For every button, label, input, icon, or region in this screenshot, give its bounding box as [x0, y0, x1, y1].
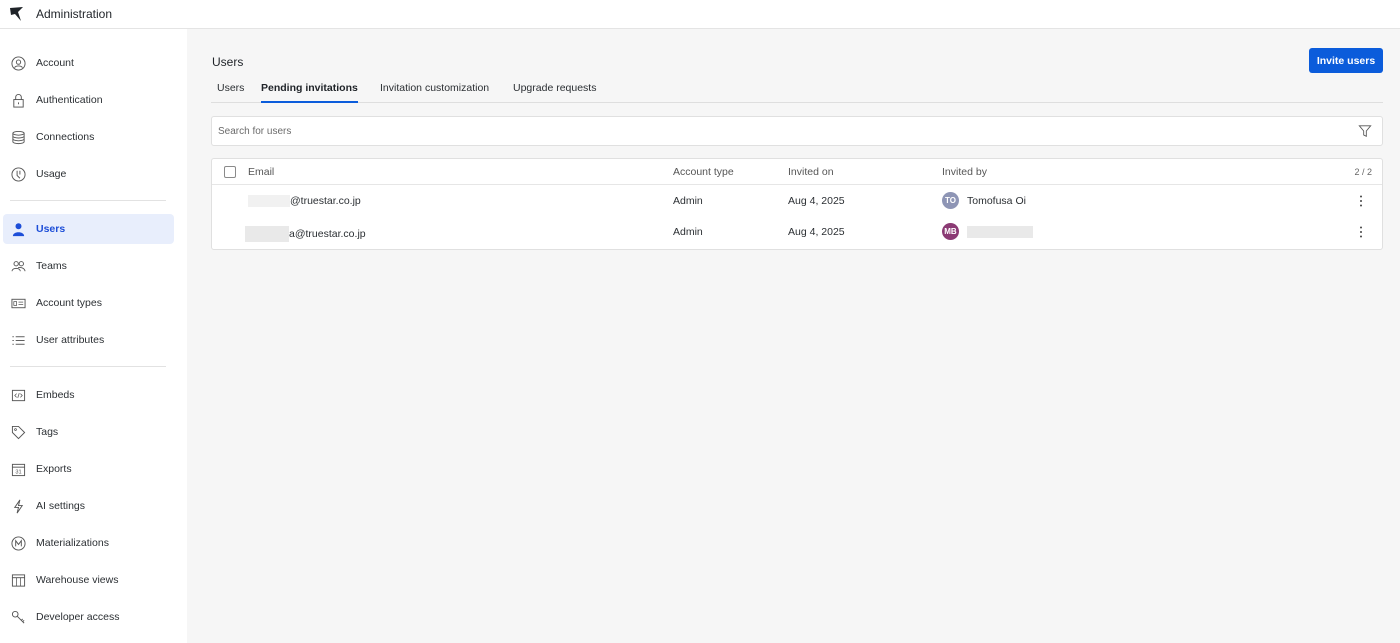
invited-by-name: [967, 226, 1033, 239]
tab-upgrade-requests[interactable]: Upgrade requests: [513, 82, 596, 103]
search-bar: [211, 116, 1383, 146]
email-value: a@truestar.co.jp: [289, 227, 366, 240]
account-type-cell: Admin: [673, 226, 703, 238]
lock-icon: [10, 92, 26, 108]
table-header: Email Account type Invited on Invited by…: [212, 159, 1382, 185]
email-cell: @truestar.co.jp: [248, 195, 361, 208]
sidebar-item-account-types[interactable]: Account types: [3, 288, 174, 318]
table-icon: [10, 572, 26, 588]
table-row[interactable]: a@truestar.co.jp Admin Aug 4, 2025 MB: [212, 217, 1382, 247]
filter-icon[interactable]: [1358, 124, 1372, 138]
invitations-table: Email Account type Invited on Invited by…: [211, 158, 1383, 250]
usage-gauge-icon: [10, 166, 26, 182]
code-icon: [10, 387, 26, 403]
select-all-checkbox[interactable]: [224, 166, 236, 178]
sidebar-item-label: Teams: [36, 260, 67, 272]
search-input[interactable]: [218, 117, 1338, 145]
sidebar-item-label: Warehouse views: [36, 574, 119, 586]
m-circle-icon: [10, 535, 26, 551]
sidebar-item-developer-access[interactable]: Developer access: [3, 602, 174, 632]
sidebar-item-label: Connections: [36, 131, 95, 143]
page-title: Users: [212, 55, 244, 69]
invited-on-cell: Aug 4, 2025: [788, 226, 845, 238]
app-title: Administration: [36, 7, 113, 21]
sidebar-item-user-attributes[interactable]: User attributes: [3, 325, 174, 355]
sidebar-item-label: Exports: [36, 463, 72, 475]
redacted-block: [967, 226, 1033, 239]
id-card-icon: [10, 295, 26, 311]
sidebar-item-usage[interactable]: Usage: [3, 159, 174, 189]
sidebar-item-label: Users: [36, 223, 66, 235]
sidebar-item-label: AI settings: [36, 500, 86, 512]
invited-by-name: Tomofusa Oi: [967, 195, 1026, 207]
sidebar-item-label: Embeds: [36, 389, 75, 401]
tab-invitation-customization[interactable]: Invitation customization: [380, 82, 489, 103]
tab-bar: Users Pending invitations Invitation cus…: [211, 79, 1383, 103]
sidebar-item-label: Account types: [36, 297, 102, 309]
sidebar-item-label: Account: [36, 57, 74, 69]
sidebar-item-tags[interactable]: Tags: [3, 417, 174, 447]
invite-users-button[interactable]: Invite users: [1309, 48, 1383, 73]
avatar: TO: [942, 192, 959, 209]
sidebar-item-label: User attributes: [36, 334, 105, 346]
sidebar-item-materializations[interactable]: Materializations: [3, 528, 174, 558]
row-actions-icon[interactable]: [1356, 194, 1366, 208]
database-icon: [10, 129, 26, 145]
tab-pending-invitations[interactable]: Pending invitations: [261, 82, 358, 103]
app-logo-icon[interactable]: [9, 6, 25, 22]
sidebar-item-account[interactable]: Account: [3, 48, 174, 78]
sidebar-item-connections[interactable]: Connections: [3, 122, 174, 152]
key-icon: [10, 609, 26, 625]
sidebar-divider: [10, 200, 166, 201]
column-header-account-type[interactable]: Account type: [673, 166, 734, 178]
svg-text:31: 31: [15, 469, 21, 475]
redacted-block: [245, 226, 289, 242]
invited-on-cell: Aug 4, 2025: [788, 195, 845, 207]
sidebar-item-label: Usage: [36, 168, 67, 180]
lightning-icon: [10, 498, 26, 514]
redacted-block: [248, 195, 290, 208]
top-bar: Administration: [0, 0, 1400, 29]
teams-icon: [10, 258, 26, 274]
sidebar-item-label: Materializations: [36, 537, 109, 549]
calendar-icon: 31: [10, 461, 26, 477]
tag-icon: [10, 424, 26, 440]
account-type-cell: Admin: [673, 195, 703, 207]
main-content: Users Invite users Users Pending invitat…: [187, 29, 1400, 643]
sidebar-item-label: Authentication: [36, 94, 103, 106]
sidebar-item-exports[interactable]: 31 Exports: [3, 454, 174, 484]
sidebar-item-warehouse-views[interactable]: Warehouse views: [3, 565, 174, 595]
column-header-invited-by[interactable]: Invited by: [942, 166, 987, 178]
column-header-invited-on[interactable]: Invited on: [788, 166, 834, 178]
sidebar-item-embeds[interactable]: Embeds: [3, 380, 174, 410]
sidebar: Account Authentication Connections Usage…: [0, 29, 187, 643]
sidebar-item-authentication[interactable]: Authentication: [3, 85, 174, 115]
sidebar-item-users[interactable]: Users: [3, 214, 174, 244]
sidebar-item-teams[interactable]: Teams: [3, 251, 174, 281]
sidebar-item-label: Tags: [36, 426, 59, 438]
tab-users[interactable]: Users: [217, 82, 244, 103]
email-value: @truestar.co.jp: [290, 195, 361, 207]
email-cell: a@truestar.co.jp: [245, 226, 366, 242]
sidebar-divider: [10, 366, 166, 367]
avatar: MB: [942, 223, 959, 240]
sidebar-item-label: Developer access: [36, 611, 120, 623]
list-icon: [10, 332, 26, 348]
user-icon: [10, 221, 26, 237]
row-count: 2 / 2: [1354, 167, 1372, 177]
account-circle-icon: [10, 55, 26, 71]
column-header-email[interactable]: Email: [248, 166, 274, 178]
table-row[interactable]: @truestar.co.jp Admin Aug 4, 2025 TO Tom…: [212, 186, 1382, 216]
sidebar-item-ai-settings[interactable]: AI settings: [3, 491, 174, 521]
row-actions-icon[interactable]: [1356, 225, 1366, 239]
